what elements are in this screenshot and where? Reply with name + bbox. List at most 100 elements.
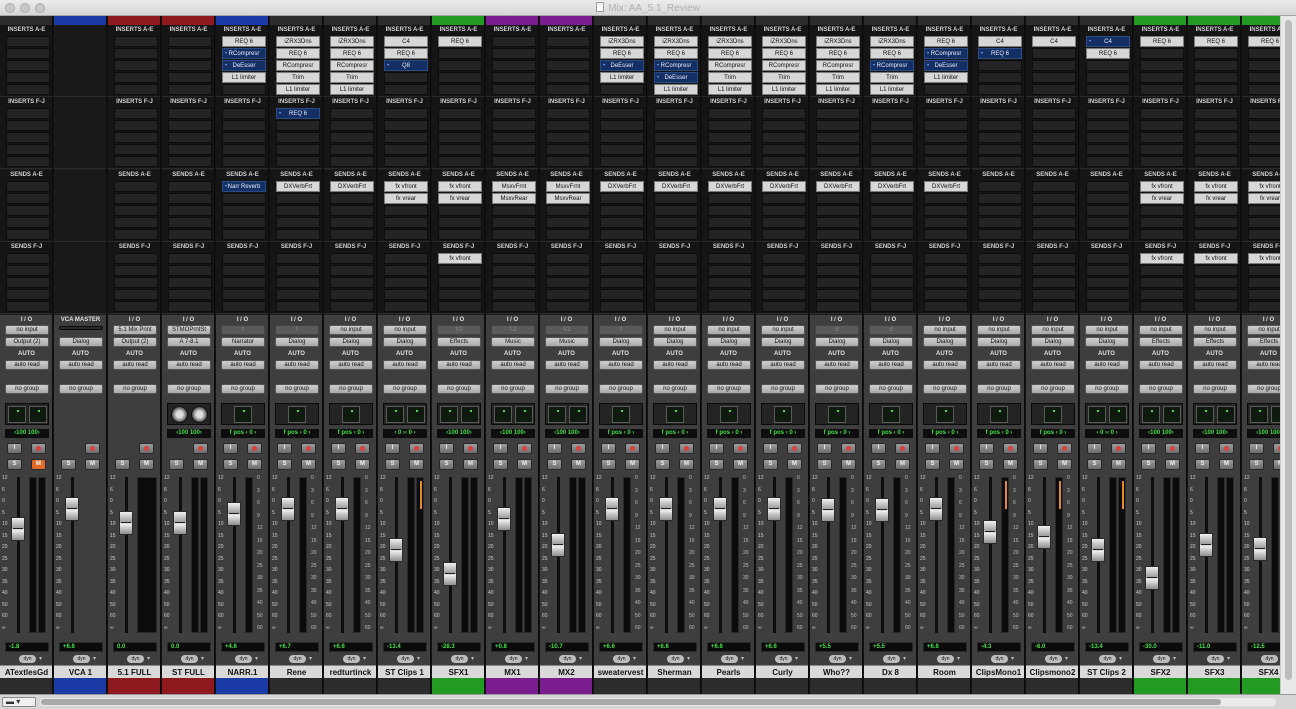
send-slot[interactable] [762,205,806,216]
send-slot[interactable]: fx vfront [384,181,428,192]
pan-display[interactable] [342,406,360,423]
automation-mode-selector[interactable]: auto read [383,360,427,370]
send-slot[interactable] [114,217,158,228]
volume-fader-handle[interactable] [1253,537,1267,561]
automation-mode-selector[interactable]: auto read [221,360,265,370]
output-selector[interactable]: Music [491,337,535,347]
send-slot[interactable]: MsxvRear [492,193,536,204]
insert-slot[interactable] [222,120,266,131]
send-slot[interactable] [600,277,644,288]
send-slot[interactable] [924,265,968,276]
insert-slot[interactable] [438,72,482,83]
send-slot[interactable] [276,253,320,264]
track-menu-icon[interactable]: ▾ [39,655,42,663]
send-slot[interactable] [1248,265,1280,276]
insert-slot[interactable] [1140,48,1184,59]
send-slot[interactable] [870,229,914,240]
insert-slot[interactable] [924,144,968,155]
send-slot[interactable] [546,265,590,276]
dyn-button[interactable]: dyn [559,655,576,663]
insert-slot[interactable] [330,132,374,143]
input-selector[interactable]: f [221,325,265,335]
send-slot[interactable] [1086,181,1130,192]
send-slot[interactable]: fx vfront [1194,181,1238,192]
dyn-button[interactable]: dyn [667,655,684,663]
insert-slot[interactable]: L1 limiter [222,72,266,83]
send-slot[interactable] [384,205,428,216]
send-slot[interactable] [1248,289,1280,300]
mute-button[interactable]: M [571,459,586,470]
track-name[interactable]: ATextlesGd [0,665,52,679]
send-slot[interactable] [168,229,212,240]
pan-display[interactable] [936,406,954,423]
solo-button[interactable]: S [1141,459,1156,470]
dyn-button[interactable]: dyn [991,655,1008,663]
vertical-scrollbar[interactable] [1280,16,1296,694]
pan-display[interactable] [666,406,684,423]
send-slot[interactable]: DXVerbFrt [600,181,644,192]
insert-slot[interactable] [546,60,590,71]
send-slot[interactable] [168,277,212,288]
pan-display[interactable] [1044,406,1062,423]
send-slot[interactable] [924,229,968,240]
mute-button[interactable]: M [193,459,208,470]
dyn-button[interactable]: dyn [397,655,414,663]
send-slot[interactable] [546,301,590,312]
insert-slot[interactable]: L1 limiter [870,84,914,95]
insert-slot[interactable] [114,36,158,47]
record-enable-button[interactable] [517,443,532,454]
track-menu-icon[interactable]: ▾ [1227,655,1230,663]
send-slot[interactable] [1140,205,1184,216]
group-selector[interactable]: no group [5,384,49,394]
insert-slot[interactable]: iZRX3Dns [330,36,374,47]
dyn-button[interactable]: dyn [289,655,306,663]
record-enable-button[interactable] [1111,443,1126,454]
insert-slot[interactable] [762,120,806,131]
insert-slot[interactable]: iZRX3Dns [600,36,644,47]
insert-slot[interactable] [384,156,428,167]
solo-button[interactable]: S [493,459,508,470]
insert-slot[interactable]: DeEsser [222,60,266,71]
insert-slot[interactable] [1248,72,1280,83]
send-slot[interactable] [708,193,752,204]
insert-slot[interactable]: Trim [276,72,320,83]
input-monitor-button[interactable]: I [277,443,292,454]
insert-slot[interactable] [438,60,482,71]
solo-button[interactable]: S [709,459,724,470]
pan-display[interactable] [828,406,846,423]
send-slot[interactable] [1032,229,1076,240]
send-slot[interactable] [924,277,968,288]
insert-slot[interactable] [168,144,212,155]
send-slot[interactable] [114,253,158,264]
input-selector[interactable]: no input [1031,325,1075,335]
send-slot[interactable] [654,301,698,312]
group-selector[interactable]: no group [707,384,751,394]
output-selector[interactable]: Dialog [761,337,805,347]
track-menu-icon[interactable]: ▾ [579,655,582,663]
track-name[interactable]: Clipsmono2 [1026,665,1078,679]
insert-slot[interactable] [222,156,266,167]
insert-slot[interactable]: REQ 6 [762,48,806,59]
send-slot[interactable]: MsxvFrnt [492,181,536,192]
insert-slot[interactable] [600,84,644,95]
solo-button[interactable]: S [655,459,670,470]
send-slot[interactable]: DXVerbFrt [924,181,968,192]
volume-fader-handle[interactable] [443,562,457,586]
track-name[interactable]: VCA 1 [54,665,106,679]
insert-slot[interactable] [708,120,752,131]
insert-slot[interactable] [1194,156,1238,167]
group-selector[interactable]: no group [113,384,157,394]
insert-slot[interactable]: REQ 6 [1248,36,1280,47]
send-slot[interactable] [492,217,536,228]
track-name[interactable]: Dx 8 [864,665,916,679]
insert-slot[interactable] [1248,60,1280,71]
insert-slot[interactable] [546,144,590,155]
dyn-button[interactable]: dyn [19,655,36,663]
dyn-button[interactable]: dyn [451,655,468,663]
insert-slot[interactable] [762,144,806,155]
send-slot[interactable] [6,229,50,240]
send-slot[interactable] [438,205,482,216]
input-selector[interactable]: f-2 [545,325,589,335]
insert-slot[interactable] [924,108,968,119]
send-slot[interactable] [6,289,50,300]
